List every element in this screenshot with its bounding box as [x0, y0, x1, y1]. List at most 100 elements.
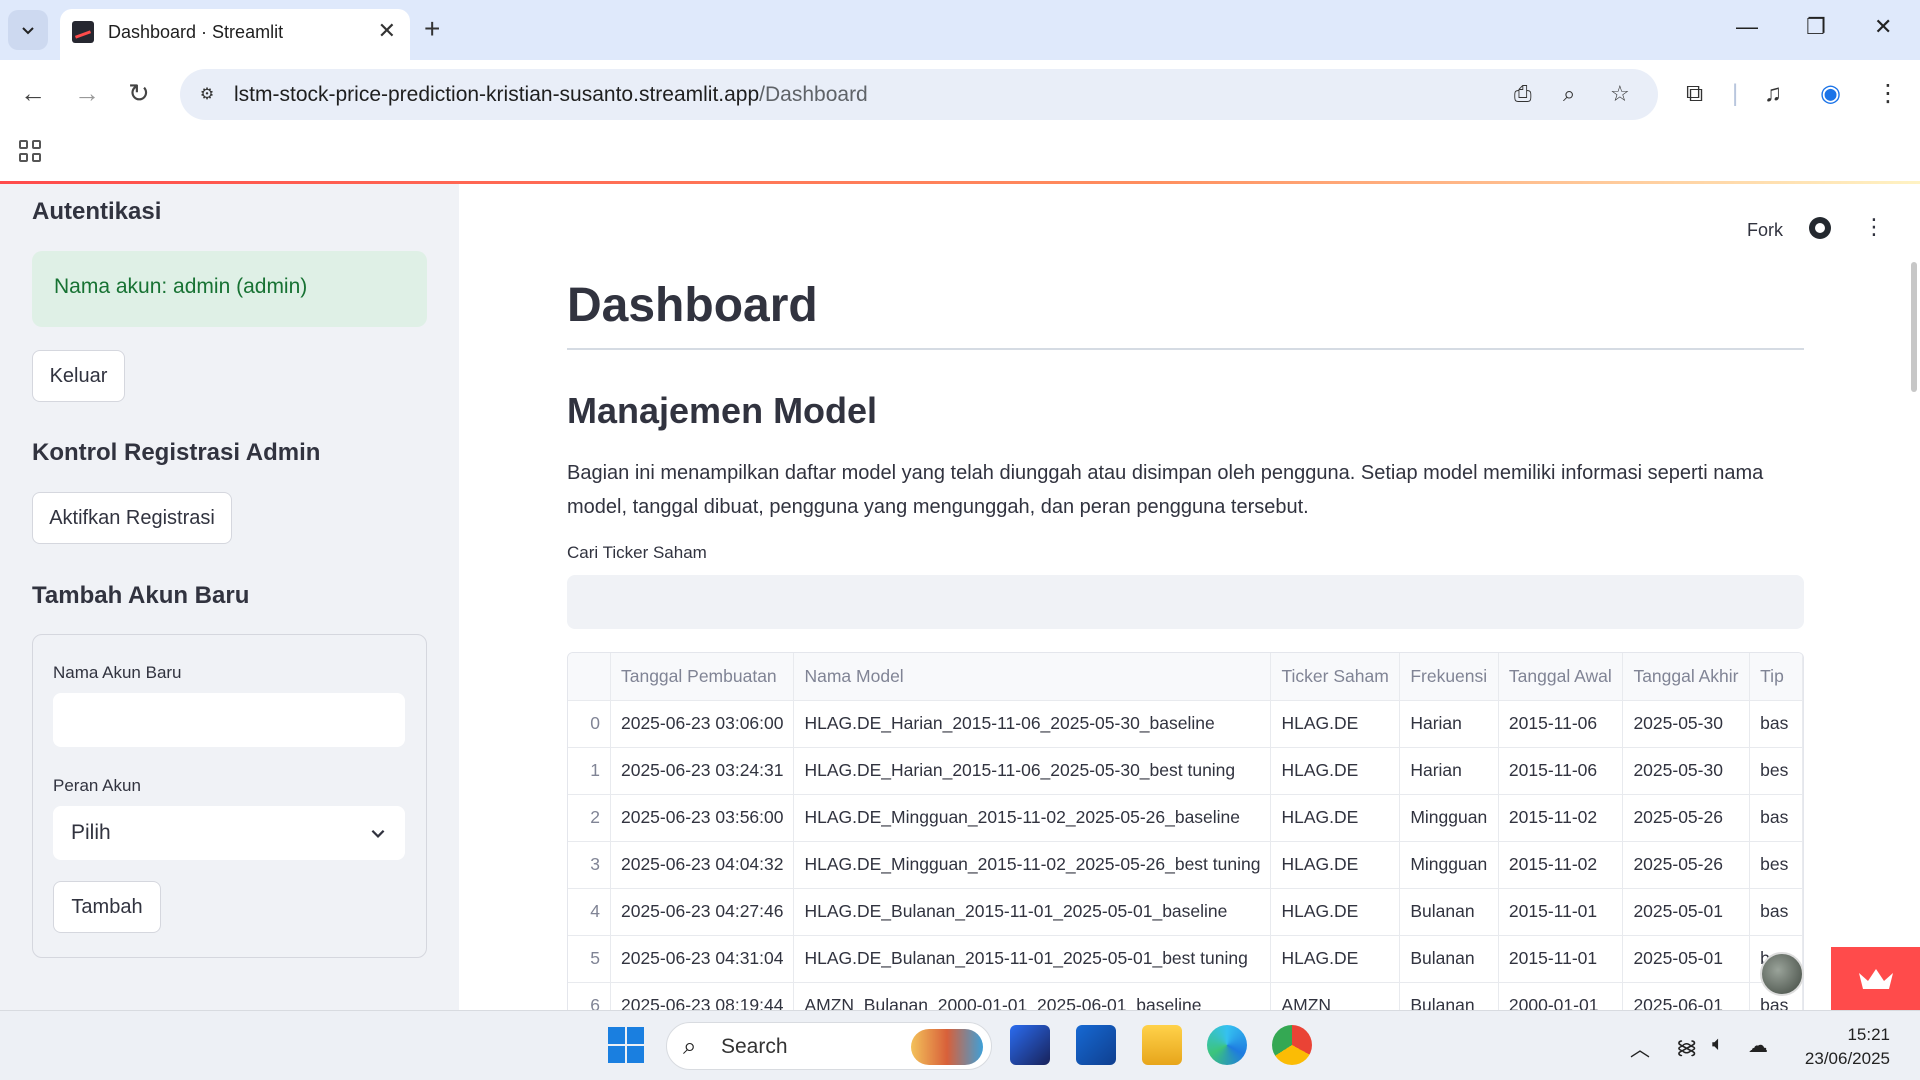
streamlit-favicon-icon: [72, 21, 94, 43]
new-tab-button[interactable]: +: [424, 14, 440, 44]
streamlit-badge[interactable]: [1831, 947, 1920, 1010]
table-cell: 2025-05-01: [1622, 935, 1751, 983]
table-cell: HLAG.DE: [1270, 841, 1401, 889]
system-clock[interactable]: 15:21 23/06/2025: [1790, 1023, 1890, 1071]
table-cell: Mingguan: [1399, 841, 1499, 889]
show-hidden-icons[interactable]: ︿: [1630, 1033, 1650, 1062]
table-row[interactable]: 0 2025-06-23 03:06:00 HLAG.DE_Harian_2015-…: [568, 700, 1803, 748]
table-cell: 2025-05-30: [1622, 747, 1751, 795]
minimize-icon[interactable]: —: [1736, 14, 1758, 40]
apps-grid-icon[interactable]: [19, 140, 41, 162]
file-explorer-icon[interactable]: [1142, 1025, 1182, 1065]
table-cell: HLAG.DE: [1270, 935, 1401, 983]
chrome-icon[interactable]: [1272, 1025, 1312, 1065]
weather-icon[interactable]: ☁: [1748, 1033, 1768, 1058]
role-select-value: Pilih: [71, 821, 111, 844]
edge-icon[interactable]: [1207, 1025, 1247, 1065]
close-window-icon[interactable]: ✕: [1874, 14, 1892, 40]
extensions-icon[interactable]: ⧉: [1686, 80, 1703, 108]
app-icon[interactable]: [1010, 1025, 1050, 1065]
address-bar[interactable]: ⚙ lstm-stock-price-prediction-kristian-s…: [180, 69, 1658, 120]
page-title: Dashboard: [567, 279, 818, 332]
row-index: 1: [568, 747, 611, 795]
row-index: 2: [568, 794, 611, 842]
site-settings-icon[interactable]: ⚙: [194, 81, 220, 107]
table-cell: 2025-06-01: [1622, 982, 1751, 1010]
table-cell: HLAG.DE_Harian_2015-11-06_2025-05-30_bes…: [793, 747, 1272, 795]
forward-icon[interactable]: →: [74, 78, 100, 108]
role-select[interactable]: Pilih: [53, 806, 405, 860]
column-header[interactable]: Tip: [1749, 653, 1803, 701]
table-row[interactable]: 1 2025-06-23 03:24:31 HLAG.DE_Harian_2015-…: [568, 747, 1803, 795]
page-scrollbar[interactable]: [1911, 262, 1917, 392]
column-header[interactable]: Nama Model: [793, 653, 1272, 701]
table-cell: Harian: [1399, 747, 1499, 795]
models-table: Tanggal Pembuatan Nama Model Ticker Saham F…: [568, 653, 1803, 1010]
store-icon[interactable]: [1076, 1025, 1116, 1065]
bookmark-star-icon[interactable]: ☆: [1610, 81, 1630, 107]
search-highlight-image: [911, 1029, 983, 1065]
tab-search-button[interactable]: [8, 10, 48, 50]
column-header[interactable]: Frekuensi: [1399, 653, 1499, 701]
sidebar: Autentikasi Nama akun: admin (admin) Kel…: [0, 184, 459, 1010]
table-cell: AMZN: [1270, 982, 1401, 1010]
account-info-alert: Nama akun: admin (admin): [32, 251, 427, 327]
back-icon[interactable]: ←: [20, 78, 46, 108]
github-icon[interactable]: [1809, 217, 1831, 239]
wifi-icon[interactable]: ᯼: [1676, 1033, 1697, 1060]
table-cell: Harian: [1399, 700, 1499, 748]
table-cell: 2015-11-06: [1498, 747, 1624, 795]
reload-icon[interactable]: ↻: [128, 78, 150, 108]
user-avatar[interactable]: [1760, 952, 1804, 996]
column-header[interactable]: Tanggal Akhir: [1622, 653, 1751, 701]
models-dataframe[interactable]: Tanggal Pembuatan Nama Model Ticker Saham F…: [567, 652, 1804, 1010]
enable-registration-button[interactable]: Aktifkan Registrasi: [32, 492, 232, 544]
table-cell: 2025-06-23 03:24:31: [610, 747, 795, 795]
zoom-icon[interactable]: ⌕: [1563, 81, 1575, 107]
clock-time: 15:21: [1847, 1025, 1890, 1044]
table-row[interactable]: 6 2025-06-23 08:19:44 AMZN_Bulanan_2000-01…: [568, 982, 1803, 1010]
new-account-name-input[interactable]: [53, 693, 405, 747]
column-header[interactable]: Tanggal Awal: [1498, 653, 1624, 701]
table-cell: HLAG.DE: [1270, 747, 1401, 795]
table-cell: 2025-06-23 08:19:44: [610, 982, 795, 1010]
chevron-down-icon: [371, 829, 385, 838]
toolbar-divider: |: [1732, 80, 1739, 107]
table-cell: HLAG.DE_Bulanan_2015-11-01_2025-05-01_ba…: [793, 888, 1272, 936]
profile-icon[interactable]: ◉: [1820, 80, 1841, 108]
table-row[interactable]: 2 2025-06-23 03:56:00 HLAG.DE_Mingguan_201…: [568, 794, 1803, 842]
add-account-button[interactable]: Tambah: [53, 881, 161, 933]
table-cell: HLAG.DE_Bulanan_2015-11-01_2025-05-01_be…: [793, 935, 1272, 983]
fork-link[interactable]: Fork: [1747, 220, 1783, 241]
column-header[interactable]: Tanggal Pembuatan: [610, 653, 795, 701]
media-control-icon[interactable]: ♫: [1764, 80, 1782, 108]
table-row[interactable]: 5 2025-06-23 04:31:04 HLAG.DE_Bulanan_2015…: [568, 935, 1803, 983]
taskbar-search[interactable]: ⌕ Search: [666, 1022, 992, 1070]
url-path: /Dashboard: [759, 83, 868, 106]
column-header[interactable]: Ticker Saham: [1270, 653, 1401, 701]
install-app-icon[interactable]: ⎙: [1514, 81, 1532, 107]
close-tab-icon[interactable]: ✕: [378, 18, 396, 44]
search-icon: ⌕: [683, 1033, 697, 1060]
table-cell: 2015-11-06: [1498, 700, 1624, 748]
ticker-search-input[interactable]: [567, 575, 1804, 629]
volume-icon[interactable]: 🔈︎: [1712, 1033, 1724, 1056]
app-menu-icon[interactable]: ⋮: [1863, 214, 1885, 240]
table-cell: HLAG.DE_Mingguan_2015-11-02_2025-05-26_b…: [793, 794, 1272, 842]
registration-heading: Kontrol Registrasi Admin: [32, 439, 321, 466]
table-cell: HLAG.DE_Harian_2015-11-06_2025-05-30_bas…: [793, 700, 1272, 748]
logout-button[interactable]: Keluar: [32, 350, 125, 402]
tab-title: Dashboard · Streamlit: [108, 22, 284, 42]
table-cell: HLAG.DE: [1270, 888, 1401, 936]
windows-start-icon[interactable]: [608, 1027, 644, 1063]
table-cell: Mingguan: [1399, 794, 1499, 842]
add-account-heading: Tambah Akun Baru: [32, 582, 250, 609]
browser-menu-icon[interactable]: ⋮: [1876, 80, 1900, 108]
table-row[interactable]: 3 2025-06-23 04:04:32 HLAG.DE_Mingguan_201…: [568, 841, 1803, 889]
table-cell: bes: [1749, 747, 1803, 795]
restore-icon[interactable]: ❐: [1806, 14, 1826, 40]
index-column-header[interactable]: [568, 653, 611, 701]
browser-tab-active[interactable]: Dashboard · Streamlit ✕: [60, 9, 410, 60]
table-row[interactable]: 4 2025-06-23 04:27:46 HLAG.DE_Bulanan_2015…: [568, 888, 1803, 936]
row-index: 3: [568, 841, 611, 889]
